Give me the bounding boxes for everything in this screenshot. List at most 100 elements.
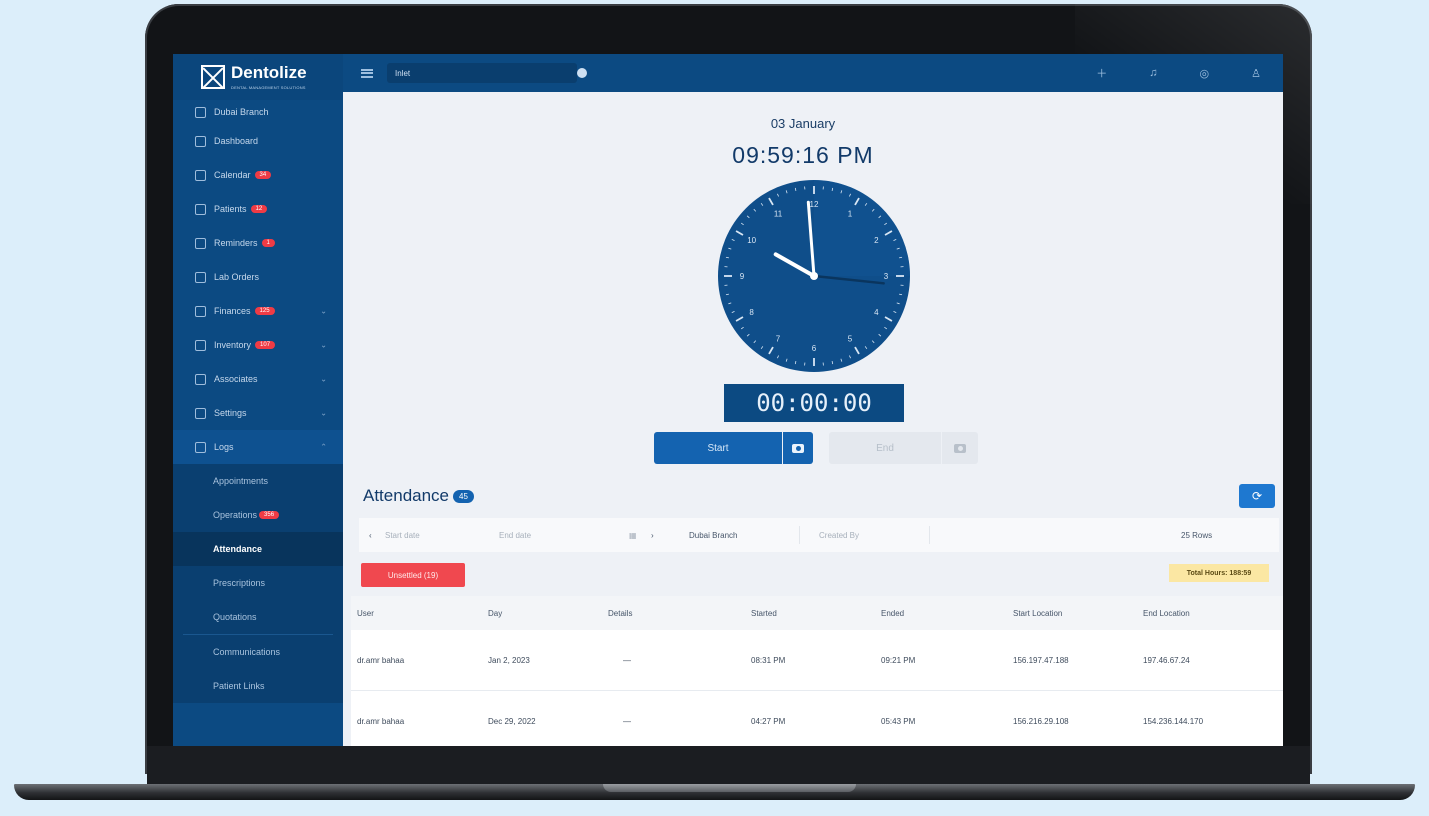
menu-toggle-icon[interactable] xyxy=(361,68,373,78)
attendance-count-badge: 45 xyxy=(453,489,474,503)
submenu-item-label: Communications xyxy=(213,647,281,657)
settings-icon xyxy=(195,407,206,419)
laptop-hinge-notch xyxy=(603,784,856,792)
submenu-item-quotations[interactable]: Quotations xyxy=(173,600,343,634)
submenu-item-attendance[interactable]: Attendance xyxy=(173,532,343,566)
end-button-label: End xyxy=(876,442,894,454)
clock-number: 10 xyxy=(747,236,756,245)
table-row[interactable]: dr.amr bahaa Jan 2, 2023 — 08:31 PM 09:2… xyxy=(351,630,1283,691)
sidebar-item-calendar[interactable]: Calendar 34 xyxy=(173,158,343,192)
submenu-badge: 356 xyxy=(259,511,280,519)
sidebar-item-dashboard[interactable]: Dashboard xyxy=(173,124,343,158)
next-range-icon[interactable]: › xyxy=(651,526,654,544)
unsettled-filter-button[interactable]: Unsettled (19) xyxy=(361,563,465,587)
column-header-day[interactable]: Day xyxy=(488,609,502,618)
sidebar-item-label: Dubai Branch xyxy=(214,107,269,117)
sidebar-item-label: Patients xyxy=(214,204,247,214)
app-screen: Dentolize DENTAL MANAGEMENT SOLUTIONS Du… xyxy=(173,54,1283,746)
clock-sheen xyxy=(814,180,910,276)
sidebar-badge: 125 xyxy=(254,307,275,315)
help-icon[interactable]: ◎ xyxy=(1200,67,1210,80)
search-input[interactable]: Inlet xyxy=(387,63,587,83)
submenu-item-label: Patient Links xyxy=(213,681,265,691)
submenu-item-patient-links[interactable]: Patient Links xyxy=(173,669,343,703)
start-button[interactable]: Start xyxy=(654,432,782,464)
laptop-bezel-bottom xyxy=(147,746,1310,784)
column-header-ended[interactable]: Ended xyxy=(881,609,904,618)
start-camera-button[interactable] xyxy=(783,432,813,464)
chevron-down-icon: ⌄ xyxy=(320,374,327,384)
column-header-started[interactable]: Started xyxy=(751,609,777,618)
sidebar-item-label: Settings xyxy=(214,408,247,418)
submenu-item-prescriptions[interactable]: Prescriptions xyxy=(173,566,343,600)
column-header-end-location[interactable]: End Location xyxy=(1143,609,1190,618)
add-icon[interactable]: ＋ xyxy=(1096,65,1107,81)
sidebar-item-finances[interactable]: Finances 125 ⌄ xyxy=(173,294,343,328)
unsettled-label: Unsettled (19) xyxy=(387,570,439,580)
cell-started: 04:27 PM xyxy=(751,716,786,726)
cell-ended: 05:43 PM xyxy=(881,716,916,726)
clock-date: 03 January xyxy=(770,116,836,131)
sidebar-item-label: Finances xyxy=(214,306,251,316)
logs-icon xyxy=(195,441,206,453)
camera-icon xyxy=(954,443,966,453)
top-actions: ＋ ♫ ◎ ♙ xyxy=(1096,54,1261,92)
column-header-start-location[interactable]: Start Location xyxy=(1013,609,1062,618)
chevron-down-icon: ⌄ xyxy=(320,306,327,316)
sidebar-item-inventory[interactable]: Inventory 107 ⌄ xyxy=(173,328,343,362)
submenu-item-appointments[interactable]: Appointments xyxy=(173,464,343,498)
cell-start-location: 156.216.29.108 xyxy=(1013,716,1069,726)
submenu-item-operations[interactable]: Operations 356 xyxy=(173,498,343,532)
table-row[interactable]: dr.amr bahaa Dec 29, 2022 — 04:27 PM 05:… xyxy=(351,691,1283,746)
prev-range-icon[interactable]: ‹ xyxy=(369,526,372,544)
associates-icon xyxy=(195,373,206,385)
refresh-icon: ⟳ xyxy=(1251,489,1263,503)
sidebar-item-lab-orders[interactable]: Lab Orders xyxy=(173,260,343,294)
sidebar-item-settings[interactable]: Settings ⌄ xyxy=(173,396,343,430)
end-camera-button[interactable] xyxy=(942,432,978,464)
sidebar-badge: 1 xyxy=(261,239,275,247)
sidebar-item-patients[interactable]: Patients 12 xyxy=(173,192,343,226)
sidebar-item-label: Inventory xyxy=(214,340,252,350)
cell-end-location: 154.236.144.170 xyxy=(1143,716,1204,726)
clock-number: 7 xyxy=(776,334,781,343)
created-by-select[interactable]: Created By xyxy=(819,526,930,544)
clock-number: 6 xyxy=(812,344,817,353)
end-date-field[interactable]: End date xyxy=(499,526,609,544)
logs-submenu: Appointments Operations 356 Attendance P… xyxy=(173,464,343,703)
search-icon[interactable] xyxy=(577,68,587,78)
cell-details: — xyxy=(623,655,631,665)
branch-select[interactable]: Dubai Branch xyxy=(689,526,800,544)
sidebar-item-associates[interactable]: Associates ⌄ xyxy=(173,362,343,396)
lab-orders-icon xyxy=(195,271,206,283)
submenu-item-communications[interactable]: Communications xyxy=(173,635,343,669)
end-button[interactable]: End xyxy=(829,432,941,464)
total-hours-badge: Total Hours: 188:59 xyxy=(1169,564,1269,582)
start-date-field[interactable]: Start date xyxy=(385,526,485,544)
page-title: Attendance 45 xyxy=(363,486,474,506)
user-icon[interactable]: ♙ xyxy=(1251,67,1261,80)
submenu-item-label: Quotations xyxy=(213,612,257,622)
sidebar-item-branch[interactable]: Dubai Branch xyxy=(173,100,343,124)
branch-icon xyxy=(195,106,206,118)
logo-wordmark: Dentolize DENTAL MANAGEMENT SOLUTIONS xyxy=(231,64,307,90)
refresh-button[interactable]: ⟳ xyxy=(1239,484,1275,508)
column-header-details[interactable]: Details xyxy=(608,609,632,618)
filter-bar: ‹ Start date End date ▦ › Dubai Branch C… xyxy=(359,518,1279,552)
cell-start-location: 156.197.47.188 xyxy=(1013,655,1069,665)
analog-clock: 123456789101112 xyxy=(718,180,910,372)
calendar-picker-icon[interactable]: ▦ xyxy=(629,526,637,544)
submenu-item-label: Attendance xyxy=(213,544,263,554)
logo[interactable]: Dentolize DENTAL MANAGEMENT SOLUTIONS xyxy=(173,54,343,100)
chevron-down-icon: ⌄ xyxy=(320,408,327,418)
bell-icon[interactable]: ♫ xyxy=(1149,67,1157,79)
sidebar-item-logs[interactable]: Logs ⌃ xyxy=(173,430,343,464)
clock-number: 2 xyxy=(874,236,879,245)
column-header-user[interactable]: User xyxy=(357,609,374,618)
sidebar-item-label: Dashboard xyxy=(214,136,259,146)
sidebar-item-label: Reminders xyxy=(214,238,258,248)
rows-per-page-select[interactable]: 25 Rows xyxy=(1181,526,1261,544)
logo-subtitle: DENTAL MANAGEMENT SOLUTIONS xyxy=(231,85,306,90)
clock-number: 5 xyxy=(848,334,853,343)
sidebar-item-reminders[interactable]: Reminders 1 xyxy=(173,226,343,260)
